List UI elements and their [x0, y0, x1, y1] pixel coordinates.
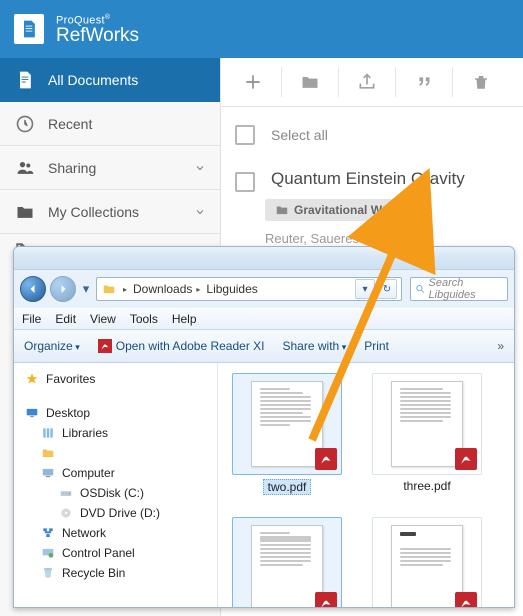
tree-recycle-bin[interactable]: Recycle Bin [18, 563, 213, 583]
desktop-icon [24, 405, 40, 421]
document-entry[interactable]: Quantum Einstein Gravity Gravitational W… [235, 169, 509, 246]
search-placeholder: Search Libguides [429, 277, 503, 301]
pdf-icon [315, 448, 337, 470]
menu-file[interactable]: File [22, 312, 41, 326]
tree-desktop[interactable]: Desktop [18, 403, 213, 423]
computer-icon [40, 465, 56, 481]
share-button[interactable] [341, 58, 393, 106]
pdf-icon [315, 592, 337, 608]
file-item[interactable]: two.pdf [228, 373, 346, 495]
file-pane[interactable]: two.pdf three.pdf ONE.pdf [218, 363, 514, 608]
tree-dvd[interactable]: DVD Drive (D:) [18, 503, 213, 523]
file-thumbnail[interactable] [232, 373, 342, 475]
tree-user[interactable] [18, 443, 213, 463]
star-icon [24, 371, 40, 387]
nav-bar: ▾ ▸ Downloads ▸ Libguides ▾ ↻ Search Lib… [14, 270, 514, 308]
collection-chip-label: Gravitational W… [294, 203, 394, 217]
menu-tools[interactable]: Tools [130, 312, 158, 326]
folder-button[interactable] [284, 58, 336, 106]
sidebar-item-label: My Collections [48, 204, 139, 220]
file-thumbnail[interactable] [372, 517, 482, 608]
adobe-reader-icon [98, 339, 112, 353]
search-input[interactable]: Search Libguides [410, 277, 508, 301]
entry-title: Quantum Einstein Gravity [271, 169, 465, 189]
open-with-button[interactable]: Open with Adobe Reader XI [98, 339, 265, 353]
app-header: ProQuest® RefWorks [0, 0, 523, 58]
network-icon [40, 525, 56, 541]
sidebar-item-label: All Documents [48, 72, 138, 88]
refresh-button[interactable]: ↻ [377, 279, 397, 299]
sidebar-item-all-documents[interactable]: All Documents [0, 58, 220, 102]
add-button[interactable] [227, 58, 279, 106]
file-item[interactable]: three.pdf [368, 373, 486, 495]
checkbox[interactable] [235, 172, 255, 192]
file-name[interactable]: two.pdf [263, 479, 312, 495]
file-item[interactable]: higgs.pdf [368, 517, 486, 608]
chevron-down-icon [194, 162, 206, 174]
share-with-menu[interactable]: Share with [283, 339, 347, 353]
history-dropdown[interactable]: ▾ [80, 277, 92, 301]
sidebar-item-label: Recent [48, 116, 92, 132]
folder-icon [101, 281, 117, 297]
drive-icon [58, 485, 74, 501]
tree-control-panel[interactable]: Control Panel [18, 543, 213, 563]
overflow-button[interactable]: » [497, 339, 504, 353]
menubar: File Edit View Tools Help [14, 308, 514, 330]
folder-icon [14, 201, 36, 223]
entry-author: Reuter, Saueressig - 201… [265, 231, 509, 246]
people-icon [14, 157, 36, 179]
sidebar-item-my-collections[interactable]: My Collections [0, 190, 220, 234]
control-panel-icon [40, 545, 56, 561]
address-bar[interactable]: ▸ Downloads ▸ Libguides ▾ ↻ [96, 277, 402, 301]
recycle-bin-icon [40, 565, 56, 581]
breadcrumb-libguides[interactable]: Libguides [206, 282, 257, 296]
tree-libraries[interactable]: Libraries [18, 423, 213, 443]
file-thumbnail[interactable] [372, 373, 482, 475]
chevron-down-icon [194, 206, 206, 218]
sidebar-item-sharing[interactable]: Sharing [0, 146, 220, 190]
print-button[interactable]: Print [364, 339, 389, 353]
nav-tree: Favorites Desktop Libraries Computer OSD… [14, 363, 218, 608]
pdf-icon [455, 448, 477, 470]
delete-button[interactable] [455, 58, 507, 106]
libraries-icon [40, 425, 56, 441]
checkbox[interactable] [235, 125, 255, 145]
document-icon [14, 69, 36, 91]
pdf-icon [455, 592, 477, 608]
logo-badge [14, 14, 44, 44]
forward-button[interactable] [50, 276, 76, 302]
quote-button[interactable] [398, 58, 450, 106]
window-titlebar[interactable] [14, 247, 514, 270]
document-list: Select all Quantum Einstein Gravity Grav… [221, 107, 523, 246]
tree-osdisk[interactable]: OSDisk (C:) [18, 483, 213, 503]
tree-computer[interactable]: Computer [18, 463, 213, 483]
breadcrumb-downloads[interactable]: Downloads ▸ [133, 282, 200, 296]
back-button[interactable] [20, 276, 46, 302]
organize-menu[interactable]: Organize [24, 339, 80, 353]
tree-network[interactable]: Network [18, 523, 213, 543]
clock-icon [14, 113, 36, 135]
file-name: three.pdf [403, 479, 450, 493]
brand-big: RefWorks [56, 26, 139, 46]
menu-view[interactable]: View [90, 312, 116, 326]
brand-block: ProQuest® RefWorks [56, 12, 139, 47]
select-all-row[interactable]: Select all [235, 125, 509, 145]
toolbar [221, 58, 523, 107]
brand-reg: ® [105, 14, 110, 21]
folder-icon [40, 445, 56, 461]
select-all-label: Select all [271, 127, 328, 143]
file-thumbnail[interactable] [232, 517, 342, 608]
collection-chip[interactable]: Gravitational W… [265, 199, 404, 221]
file-item[interactable]: ONE.pdf [228, 517, 346, 608]
sidebar-item-label: Sharing [48, 160, 96, 176]
disc-icon [58, 505, 74, 521]
sidebar-item-recent[interactable]: Recent [0, 102, 220, 146]
tree-favorites[interactable]: Favorites [18, 369, 213, 389]
menu-help[interactable]: Help [172, 312, 197, 326]
command-bar: Organize Open with Adobe Reader XI Share… [14, 330, 514, 363]
explorer-window[interactable]: ▾ ▸ Downloads ▸ Libguides ▾ ↻ Search Lib… [13, 246, 515, 608]
menu-edit[interactable]: Edit [55, 312, 76, 326]
address-dropdown[interactable]: ▾ [355, 279, 375, 299]
